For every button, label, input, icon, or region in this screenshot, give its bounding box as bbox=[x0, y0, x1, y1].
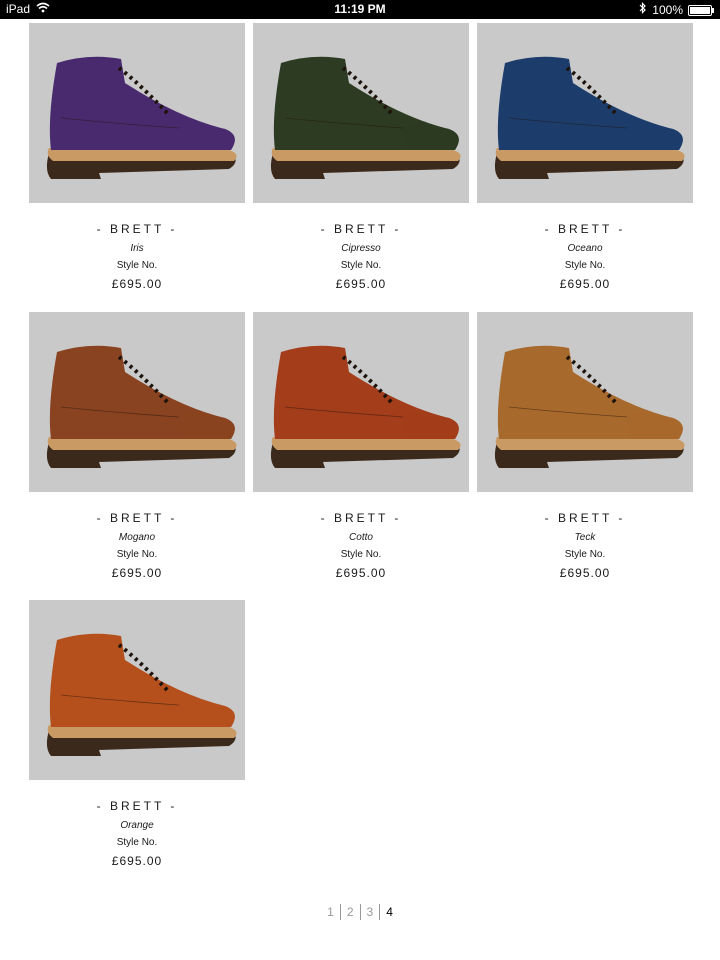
product-color: Oceano bbox=[567, 243, 603, 254]
product-style-label: Style No. bbox=[116, 260, 158, 271]
status-bar: iPad 11:19 PM 100% bbox=[0, 0, 720, 19]
product-image[interactable] bbox=[29, 600, 245, 780]
bluetooth-icon bbox=[639, 2, 647, 17]
battery-percent: 100% bbox=[652, 2, 683, 17]
product-name[interactable]: - BRETT - bbox=[253, 511, 469, 525]
product-card[interactable]: - BRETT - Oceano Style No. £695.00 bbox=[477, 23, 693, 292]
product-color: Teck bbox=[574, 532, 596, 543]
product-card[interactable]: - BRETT - Cipresso Style No. £695.00 bbox=[253, 23, 469, 292]
product-card[interactable]: - BRETT - Teck Style No. £695.00 bbox=[477, 312, 693, 581]
product-style-label: Style No. bbox=[116, 549, 158, 560]
product-card[interactable]: - BRETT - Orange Style No. £695.00 bbox=[29, 600, 245, 869]
product-name[interactable]: - BRETT - bbox=[477, 511, 693, 525]
product-image[interactable] bbox=[29, 23, 245, 203]
product-style-label: Style No. bbox=[564, 549, 606, 560]
product-image[interactable] bbox=[253, 312, 469, 492]
product-name[interactable]: - BRETT - bbox=[253, 222, 469, 236]
product-image[interactable] bbox=[29, 312, 245, 492]
product-price: £695.00 bbox=[111, 566, 163, 580]
clock: 11:19 PM bbox=[334, 2, 386, 16]
product-color: Cotto bbox=[349, 532, 373, 543]
product-price: £695.00 bbox=[111, 854, 163, 868]
product-style-label: Style No. bbox=[564, 260, 606, 271]
product-style-label: Style No. bbox=[116, 837, 158, 848]
product-image[interactable] bbox=[477, 312, 693, 492]
product-price: £695.00 bbox=[335, 277, 387, 291]
product-name[interactable]: - BRETT - bbox=[29, 511, 245, 525]
page-link-2[interactable]: 2 bbox=[341, 904, 361, 920]
product-price: £695.00 bbox=[111, 277, 163, 291]
page-link-3[interactable]: 3 bbox=[361, 904, 381, 920]
page-link-1[interactable]: 1 bbox=[321, 904, 341, 920]
product-price: £695.00 bbox=[559, 566, 611, 580]
product-color: Orange bbox=[120, 820, 154, 831]
page-link-4[interactable]: 4 bbox=[380, 904, 399, 920]
product-color: Mogano bbox=[118, 532, 156, 543]
product-price: £695.00 bbox=[335, 566, 387, 580]
pagination: 1234 bbox=[0, 904, 720, 920]
product-image[interactable] bbox=[253, 23, 469, 203]
product-style-label: Style No. bbox=[340, 549, 382, 560]
product-price: £695.00 bbox=[559, 277, 611, 291]
battery-icon bbox=[688, 4, 714, 16]
product-color: Cipresso bbox=[341, 243, 381, 254]
product-name[interactable]: - BRETT - bbox=[29, 222, 245, 236]
product-color: Iris bbox=[130, 243, 144, 254]
battery-fill bbox=[690, 6, 710, 14]
product-name[interactable]: - BRETT - bbox=[477, 222, 693, 236]
product-card[interactable]: - BRETT - Iris Style No. £695.00 bbox=[29, 23, 245, 292]
product-card[interactable]: - BRETT - Cotto Style No. £695.00 bbox=[253, 312, 469, 581]
product-style-label: Style No. bbox=[340, 260, 382, 271]
product-name[interactable]: - BRETT - bbox=[29, 799, 245, 813]
product-card[interactable]: - BRETT - Mogano Style No. £695.00 bbox=[29, 312, 245, 581]
product-image[interactable] bbox=[477, 23, 693, 203]
